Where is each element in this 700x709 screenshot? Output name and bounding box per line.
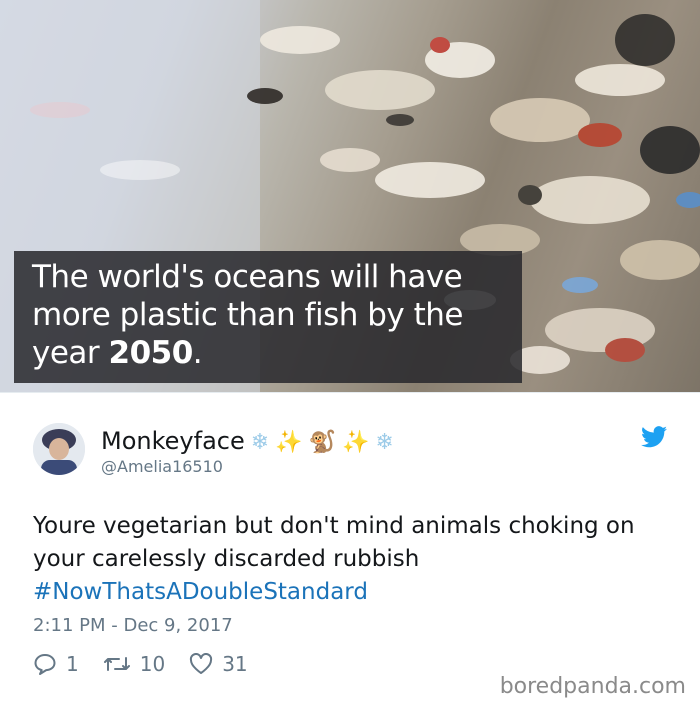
heart-icon [190,653,213,674]
reply-count: 1 [66,652,79,676]
hashtag-link[interactable]: #NowThatsADoubleStandard [33,576,673,609]
retweet-icon [103,657,130,671]
caption-line: The world's oceans will have [32,259,463,295]
reply-button[interactable]: 1 [33,652,79,676]
sparkles-icon: ✨ [341,430,370,455]
twitter-bird-icon[interactable] [641,426,667,448]
caption-line-prefix: year [32,335,109,371]
news-image: The world's oceans will have more plasti… [0,0,700,392]
like-count: 31 [222,652,248,676]
caption-line: year 2050. [32,334,512,372]
divider [0,392,700,393]
watermark: boredpanda.com [499,674,686,699]
retweet-button[interactable]: 10 [103,652,165,676]
display-name-text: Monkeyface [101,427,245,455]
like-button[interactable]: 31 [189,652,248,676]
avatar[interactable] [33,423,85,475]
monkey-icon: 🐒 [308,430,336,455]
sparkles-icon: ✨ [275,430,303,455]
caption-line: more plastic than fish by the [32,297,464,333]
tweet-text-line: Youre vegetarian but don't mind animals … [33,513,635,539]
display-name[interactable]: Monkeyface ❄ ✨ 🐒 ✨ ❄ [101,427,394,455]
snowflake-icon: ❄ [250,430,270,455]
tweet-timestamp[interactable]: 2:11 PM - Dec 9, 2017 [33,615,233,636]
tweet-text: Youre vegetarian but don't mind animals … [33,510,673,609]
tweet-actions: 1 10 31 [33,652,272,676]
caption-year: 2050 [108,335,194,371]
image-caption: The world's oceans will have more plasti… [32,258,512,372]
tweet-text-line: your carelessly discarded rubbish [33,546,420,572]
reply-icon [34,654,56,675]
snowflake-icon: ❄ [375,430,394,455]
user-handle[interactable]: @Amelia16510 [101,457,223,476]
avatar-image [33,423,85,475]
retweet-count: 10 [139,652,166,676]
caption-line-suffix: . [192,335,203,371]
